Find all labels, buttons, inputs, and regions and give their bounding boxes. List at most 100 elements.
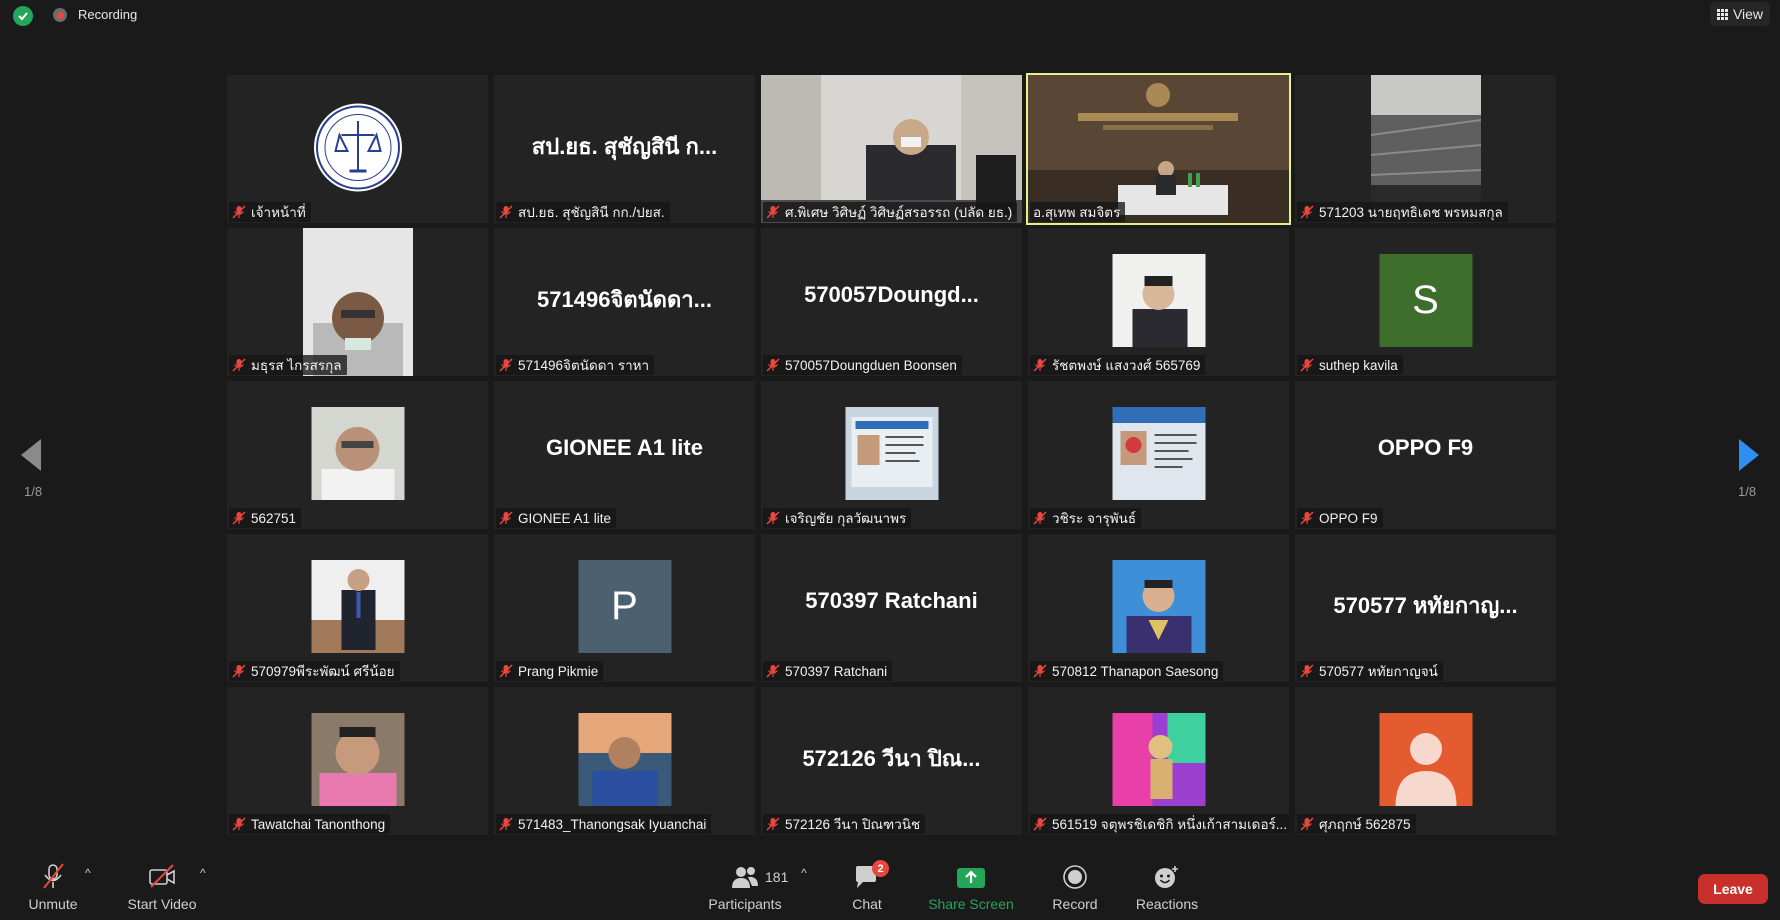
view-label: View [1732,6,1764,22]
participant-name: เจริญชัย กุลวัฒนาพร [785,511,907,526]
participant-name-bar: สป.ยธ. สุชัญสินี กก./ปยส. [496,202,670,222]
profile-photo [1112,254,1205,347]
muted-mic-icon [1300,511,1314,525]
default-avatar-icon [1379,713,1472,806]
muted-mic-icon [1033,664,1047,678]
share-screen-label: Share Screen [928,896,1014,912]
profile-photo [578,713,671,806]
participant-name-bar: Prang Pikmie [496,661,604,681]
participant-tile[interactable]: รัชตพงษ์ แสงวงศ์ 565769 [1028,228,1289,376]
participant-tile[interactable]: OPPO F9 OPPO F9 [1295,381,1556,529]
leave-button[interactable]: Leave [1698,874,1768,904]
participant-tile[interactable]: 571203 นายฤทธิเดช พรหมสกุล [1295,75,1556,223]
participant-tile[interactable]: 571483_Thanongsak Iyuanchai [494,687,755,835]
audio-options-caret-icon[interactable]: ^ [85,866,91,880]
previous-page-arrow-icon[interactable] [20,438,42,477]
participant-name-bar: 570397 Ratchani [763,661,893,681]
record-button[interactable]: Record [1052,862,1098,912]
muted-mic-icon [499,664,513,678]
share-screen-button[interactable]: Share Screen [928,862,1014,912]
participant-name: 571203 นายฤทธิเดช พรหมสกุล [1319,205,1503,220]
video-feed [302,228,413,376]
meeting-toolbar: Unmute ^ Start Video ^ Participants 181 … [0,852,1780,920]
participant-tile[interactable]: GIONEE A1 lite GIONEE A1 lite [494,381,755,529]
video-options-caret-icon[interactable]: ^ [200,866,206,880]
participant-name-bar: 561519 จตุพรชิเดชิกิ หนึ่งเก้าสามเดอร์..… [1030,814,1289,834]
participant-name: Prang Pikmie [518,663,599,679]
participant-tile[interactable]: 571496จิตนัดดา... 571496จิตนัดดา ราหา [494,228,755,376]
participant-name: รัชตพงษ์ แสงวงศ์ 565769 [1052,358,1201,373]
participant-display-name: 572126 วีนา ปิณ... [802,746,981,771]
participant-tile[interactable]: S suthep kavila [1295,228,1556,376]
participant-name: สป.ยธ. สุชัญสินี กก./ปยส. [518,205,665,220]
muted-mic-icon [766,205,780,219]
participant-name: 570577 หทัยกาญจน์ [1319,664,1438,679]
participant-name-bar: Tawatchai Tanonthong [229,814,391,834]
participants-options-caret-icon[interactable]: ^ [801,866,807,880]
profile-photo [845,407,938,500]
participant-name: Tawatchai Tanonthong [251,816,386,832]
participant-tile[interactable]: 570812 Thanapon Saesong [1028,534,1289,682]
participant-tile-active-speaker[interactable]: อ.สุเทพ สมจิตร [1026,73,1291,225]
participant-tile[interactable]: 562751 [227,381,488,529]
avatar: P [578,560,671,653]
view-button[interactable]: View [1710,2,1770,26]
unmute-button[interactable]: Unmute [24,862,82,912]
muted-mic-icon [232,205,246,219]
record-label: Record [1052,896,1098,912]
start-video-button[interactable]: Start Video [124,862,200,912]
participant-tile[interactable]: 570057Doungd... 570057Doungduen Boonsen [761,228,1022,376]
participant-name-bar: วชิระ จารุพันธ์ [1030,508,1142,528]
participant-name: 572126 วีนา ปิณฑวนิช [785,817,921,832]
reactions-icon [1153,862,1181,890]
muted-mic-icon [1300,664,1314,678]
participant-tile[interactable]: P Prang Pikmie [494,534,755,682]
grid-view-icon [1716,8,1728,20]
participant-name: 570979พีระพัฒน์ ศรีน้อย [251,664,395,679]
participant-name-bar: 571496จิตนัดดา ราหา [496,355,655,375]
recording-indicator-icon[interactable] [53,8,67,22]
muted-mic-icon [232,511,246,525]
top-bar: Recording View [0,0,1780,30]
participant-tile[interactable]: 561519 จตุพรชิเดชิกิ หนึ่งเก้าสามเดอร์..… [1028,687,1289,835]
muted-mic-icon [232,817,246,831]
participant-name-bar: 562751 [229,508,302,528]
participant-name-bar: 570577 หทัยกาญจน์ [1297,661,1443,681]
participant-name-bar: 571483_Thanongsak Iyuanchai [496,814,712,834]
participant-display-name: สป.ยธ. สุชัญสินี ก... [531,134,718,159]
participant-tile[interactable]: เจริญชัย กุลวัฒนาพร [761,381,1022,529]
record-icon [1062,862,1088,890]
muted-mic-icon [499,511,513,525]
participant-tile[interactable]: เจ้าหน้าที่ [227,75,488,223]
participant-name-bar: อ.สุเทพ สมจิตร [1030,202,1126,222]
participant-name: เจ้าหน้าที่ [251,205,306,220]
participant-name-bar: มธุรส ไกรสรกุล [229,355,347,375]
participant-tile[interactable]: 570979พีระพัฒน์ ศรีน้อย [227,534,488,682]
participant-tile[interactable]: มธุรส ไกรสรกุล [227,228,488,376]
participant-name: 571483_Thanongsak Iyuanchai [518,816,707,832]
participant-name: GIONEE A1 lite [518,510,612,526]
page-indicator-left: 1/8 [24,484,43,499]
security-shield-icon[interactable] [13,6,33,26]
next-page-arrow-icon[interactable] [1738,438,1760,477]
participant-tile[interactable]: 570577 หทัยกาญ... 570577 หทัยกาญจน์ [1295,534,1556,682]
participant-tile[interactable]: ศ.พิเศษ วิศิษฏ์ วิศิษฏ์สรอรรถ (ปลัด ยธ.) [761,75,1022,223]
participants-icon [730,862,760,890]
participant-tile[interactable]: 570397 Ratchani 570397 Ratchani [761,534,1022,682]
profile-photo [311,407,404,500]
participant-tile[interactable]: Tawatchai Tanonthong [227,687,488,835]
participant-name-bar: 570812 Thanapon Saesong [1030,661,1224,681]
participant-name-bar: 570979พีระพัฒน์ ศรีน้อย [229,661,400,681]
muted-mic-icon [499,205,513,219]
reactions-button[interactable]: Reactions [1136,862,1198,912]
video-off-icon [147,862,177,890]
participant-name: 570057Doungduen Boonsen [785,357,957,373]
participant-tile[interactable]: ศุภฤกษ์ 562875 [1295,687,1556,835]
participant-tile[interactable]: 572126 วีนา ปิณ... 572126 วีนา ปิณฑวนิช [761,687,1022,835]
participant-tile[interactable]: สป.ยธ. สุชัญสินี ก... สป.ยธ. สุชัญสินี ก… [494,75,755,223]
unmute-label: Unmute [28,896,78,912]
profile-photo [1112,560,1205,653]
participant-tile[interactable]: วชิระ จารุพันธ์ [1028,381,1289,529]
participant-name: อ.สุเทพ สมจิตร [1033,205,1121,220]
participant-display-name: 570577 หทัยกาญ... [1333,593,1518,618]
